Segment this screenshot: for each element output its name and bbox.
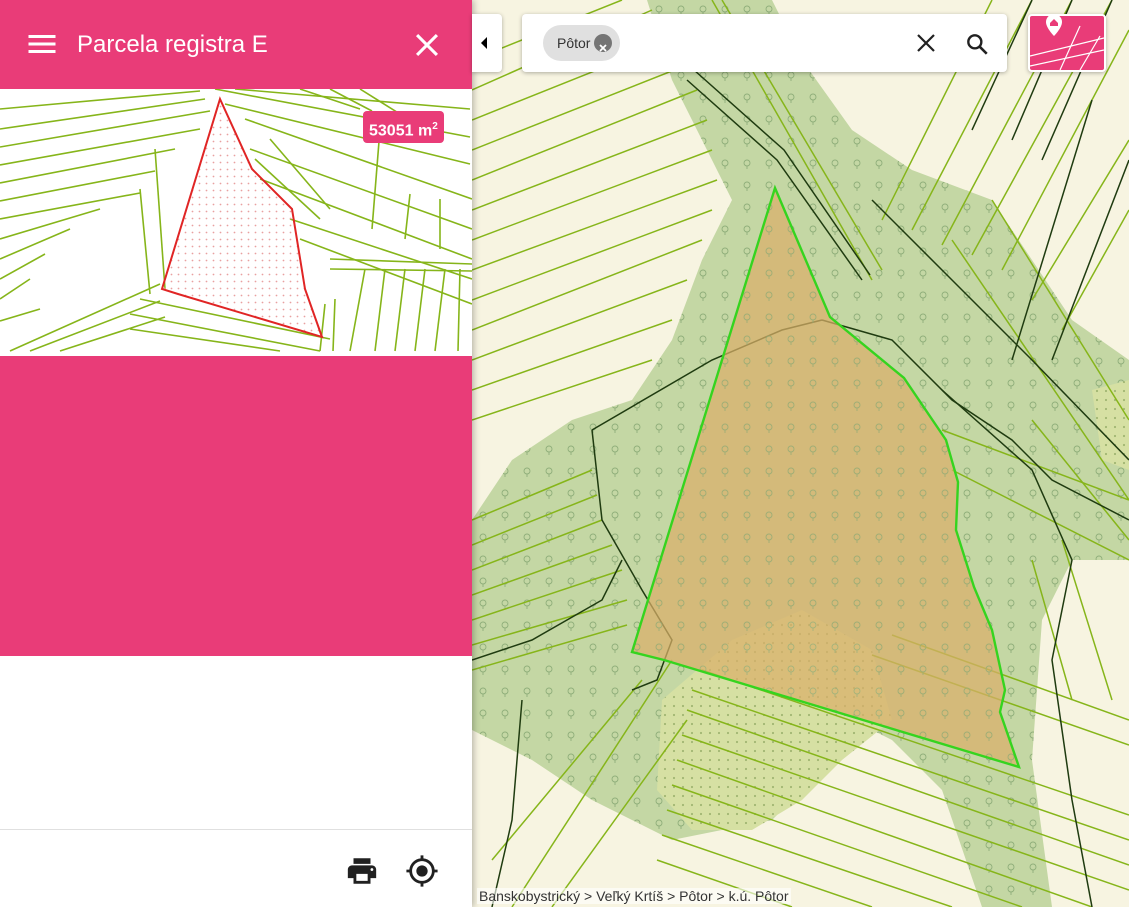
collapse-panel-button[interactable] <box>472 14 502 72</box>
layer-switch-button[interactable] <box>1028 14 1106 72</box>
panel-title: Parcela registra E <box>77 31 268 58</box>
content-block <box>0 356 472 656</box>
info-panel: Parcela registra E 53051 m2 <box>0 0 472 907</box>
close-panel-button[interactable] <box>410 28 444 62</box>
area-badge: 53051 m2 <box>363 111 444 143</box>
print-button[interactable] <box>345 854 379 888</box>
breadcrumb: Banskobystrický > Veľký Krtíš > Pôtor > … <box>477 888 791 904</box>
footer-divider <box>0 829 472 830</box>
arrow-left-icon <box>481 37 487 49</box>
menu-icon <box>28 35 56 53</box>
area-exponent: 2 <box>432 121 438 132</box>
search-button[interactable] <box>964 31 990 57</box>
close-icon <box>917 34 935 52</box>
close-icon <box>415 33 439 57</box>
parcel-layer-icon <box>1030 16 1104 70</box>
area-unit: m <box>417 122 433 140</box>
area-value: 53051 <box>369 122 414 140</box>
panel-header: Parcela registra E <box>0 0 472 89</box>
cancel-icon <box>599 44 608 52</box>
locate-button[interactable] <box>405 854 439 888</box>
menu-button[interactable] <box>24 26 60 62</box>
search-bar[interactable]: Pôtor <box>522 14 1007 72</box>
clear-search-button[interactable] <box>914 31 938 55</box>
location-chip[interactable]: Pôtor <box>543 25 621 61</box>
map-view[interactable] <box>472 0 1129 907</box>
chip-label: Pôtor <box>557 35 591 51</box>
thumb-parcel-shape <box>160 96 324 339</box>
chip-remove-button[interactable] <box>594 34 613 52</box>
gps-fixed-icon <box>406 855 438 887</box>
search-icon <box>967 34 988 55</box>
print-icon <box>347 858 377 884</box>
